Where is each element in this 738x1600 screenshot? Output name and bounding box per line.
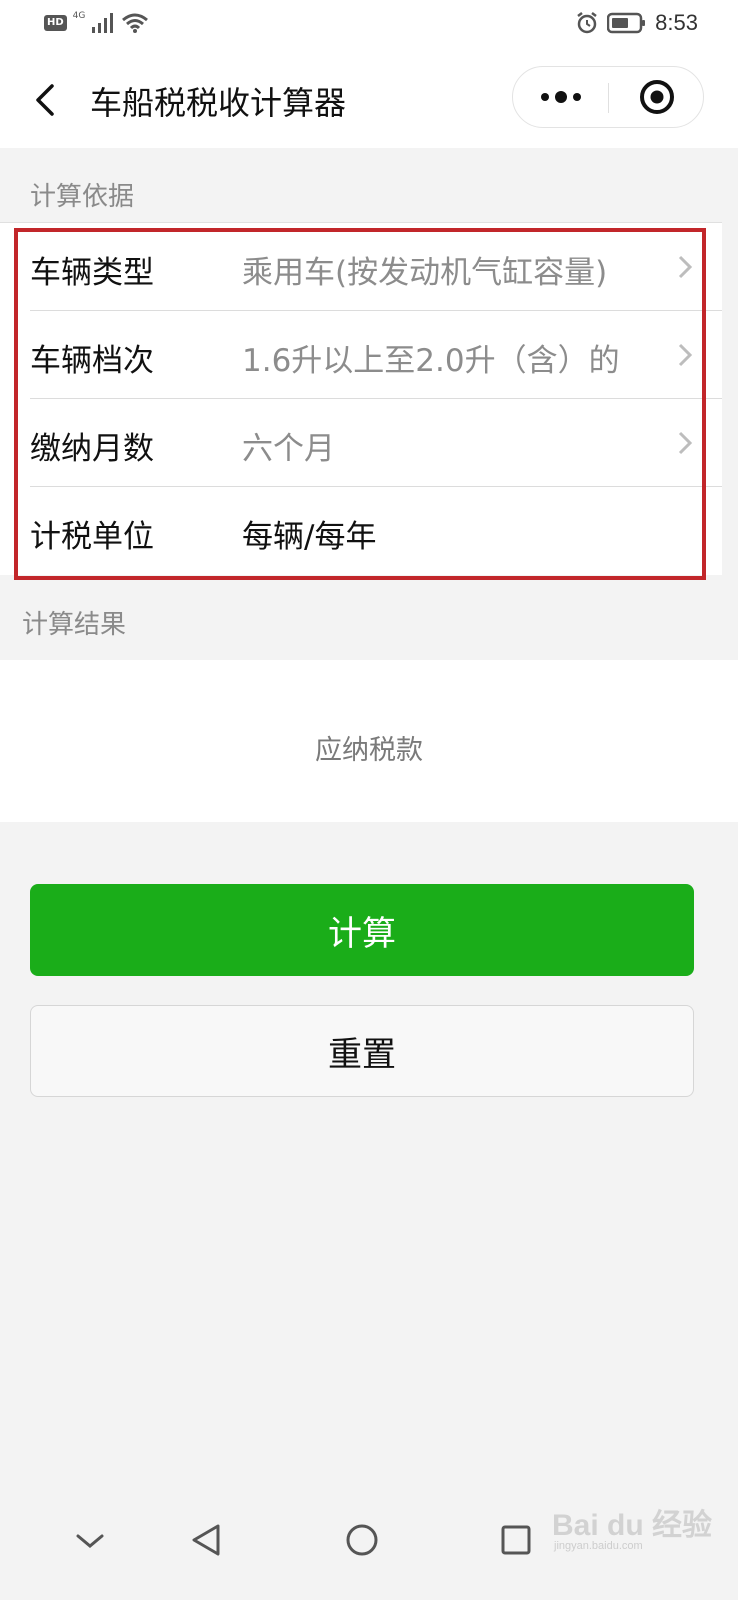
menu-capsule [512, 66, 704, 128]
nav-bar: 车船税税收计算器 [0, 52, 738, 148]
battery-icon [607, 12, 646, 34]
payment-months-row[interactable]: 缴纳月数 六个月 [30, 399, 722, 487]
vehicle-grade-value: 1.6升以上至2.0升（含）的 [242, 343, 620, 379]
result-section-title: 计算结果 [22, 610, 127, 640]
wifi-icon [122, 13, 149, 33]
chevron-right-icon [678, 255, 693, 279]
back-arrow-icon[interactable] [28, 80, 68, 120]
tax-unit-row: 计税单位 每辆/每年 [30, 487, 722, 575]
vehicle-type-value: 乘用车(按发动机气缸容量) [242, 255, 608, 291]
tax-due-label: 应纳税款 [315, 735, 423, 766]
tax-unit-label: 计税单位 [30, 519, 154, 555]
basis-form: 车辆类型 乘用车(按发动机气缸容量) 车辆档次 1.6升以上至2.0升（含）的 … [0, 222, 722, 575]
home-circle-icon[interactable] [332, 1510, 392, 1570]
basis-section-title: 计算依据 [30, 182, 135, 212]
watermark-sub: jingyan.baidu.com [554, 1540, 643, 1552]
calculate-button[interactable]: 计算 [30, 884, 694, 976]
vehicle-type-label: 车辆类型 [30, 255, 154, 291]
vehicle-grade-row[interactable]: 车辆档次 1.6升以上至2.0升（含）的 [30, 311, 722, 399]
payment-months-label: 缴纳月数 [30, 431, 154, 467]
tax-unit-value: 每辆/每年 [242, 519, 377, 555]
hd-badge: HD [44, 15, 67, 31]
status-bar: HD 4G 8:53 [0, 0, 738, 52]
watermark-brand: Bai du 经验 [552, 1509, 713, 1542]
network-type-label: 4G [72, 11, 86, 21]
reset-button[interactable]: 重置 [30, 1005, 694, 1097]
close-circle-icon[interactable] [635, 77, 679, 117]
alarm-icon [577, 12, 597, 34]
recents-square-icon[interactable] [486, 1510, 546, 1570]
status-time: 8:53 [655, 10, 698, 35]
page-title: 车船税税收计算器 [90, 84, 347, 122]
result-panel: 应纳税款 [0, 660, 738, 822]
status-right: 8:53 [575, 10, 698, 36]
back-triangle-icon[interactable] [178, 1510, 238, 1570]
status-left: HD 4G [44, 11, 149, 34]
chevron-down-icon[interactable] [60, 1510, 120, 1570]
chevron-right-icon [678, 343, 693, 367]
chevron-right-icon [678, 431, 693, 455]
vehicle-grade-label: 车辆档次 [30, 343, 154, 379]
vehicle-type-row[interactable]: 车辆类型 乘用车(按发动机气缸容量) [30, 223, 722, 311]
signal-icon [92, 13, 114, 33]
capsule-divider [608, 83, 609, 113]
payment-months-value: 六个月 [242, 431, 335, 467]
more-dots-icon[interactable] [531, 77, 591, 117]
baidu-watermark: Bai du 经验 jingyan.baidu.com [552, 1500, 712, 1560]
